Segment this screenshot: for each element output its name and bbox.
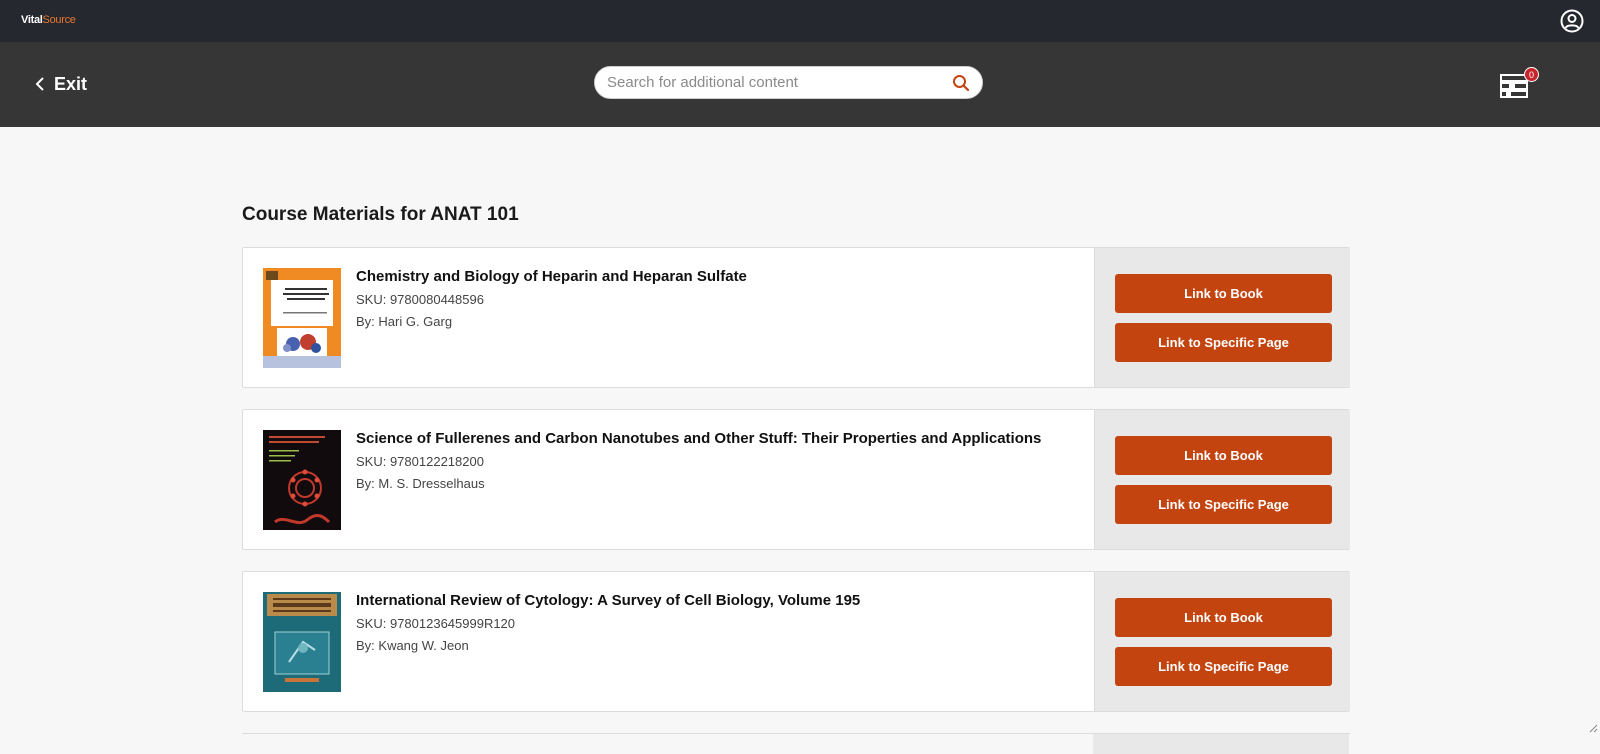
top-bar: VitalSource [0, 0, 1600, 42]
book-title[interactable]: International Review of Cytology: A Surv… [356, 592, 1076, 610]
logo-part-source: Source [42, 14, 76, 26]
link-to-specific-page-button[interactable]: Link to Specific Page [1115, 647, 1332, 686]
book-actions: Link to Book Link to Specific Page [1094, 410, 1350, 549]
book-card: Science of Fullerenes and Carbon Nanotub… [242, 409, 1350, 550]
book-info: Chemistry and Biology of Heparin and Hep… [356, 268, 1076, 331]
book-card-partial [242, 733, 1350, 754]
book-cover-image[interactable] [263, 592, 341, 692]
link-to-book-button[interactable]: Link to Book [1115, 436, 1332, 475]
search-box [594, 66, 983, 99]
account-circle-icon[interactable] [1560, 9, 1584, 33]
book-title[interactable]: Science of Fullerenes and Carbon Nanotub… [356, 430, 1076, 448]
book-cart-button[interactable]: 0 [1498, 67, 1540, 101]
book-author: By: Hari G. Garg [356, 314, 453, 329]
link-to-specific-page-button[interactable]: Link to Specific Page [1115, 485, 1332, 524]
link-to-book-button[interactable]: Link to Book [1115, 598, 1332, 637]
cart-count-badge: 0 [1524, 67, 1539, 82]
book-actions-partial [1093, 734, 1349, 754]
logo-part-vital: Vital [21, 14, 43, 26]
book-cover-image[interactable] [263, 268, 341, 368]
book-title[interactable]: Chemistry and Biology of Heparin and Hep… [356, 268, 1076, 286]
chevron-left-icon [35, 77, 44, 91]
resize-grip-icon[interactable] [1588, 723, 1598, 733]
book-card: Chemistry and Biology of Heparin and Hep… [242, 247, 1350, 388]
book-author: By: M. S. Dresselhaus [356, 476, 485, 491]
book-sku: SKU: 9780122218200 [356, 454, 484, 469]
header-bar: Exit 0 [0, 42, 1600, 127]
search-icon[interactable] [952, 74, 970, 92]
search-input[interactable] [607, 74, 937, 91]
book-sku: SKU: 9780123645999R120 [356, 616, 516, 631]
book-actions: Link to Book Link to Specific Page [1094, 248, 1350, 387]
exit-button[interactable]: Exit [34, 72, 87, 96]
vitalsource-logo[interactable]: VitalSource [21, 14, 76, 26]
link-to-book-button[interactable]: Link to Book [1115, 274, 1332, 313]
book-sku: SKU: 9780080448596 [356, 292, 484, 307]
book-author: By: Kwang W. Jeon [356, 638, 469, 653]
book-actions: Link to Book Link to Specific Page [1094, 572, 1350, 711]
book-card: International Review of Cytology: A Surv… [242, 571, 1350, 712]
link-to-specific-page-button[interactable]: Link to Specific Page [1115, 323, 1332, 362]
book-info: International Review of Cytology: A Surv… [356, 592, 1076, 655]
exit-label: Exit [54, 73, 88, 94]
book-info: Science of Fullerenes and Carbon Nanotub… [356, 430, 1076, 493]
book-cover-image[interactable] [263, 430, 341, 530]
page-title: Course Materials for ANAT 101 [242, 204, 519, 225]
